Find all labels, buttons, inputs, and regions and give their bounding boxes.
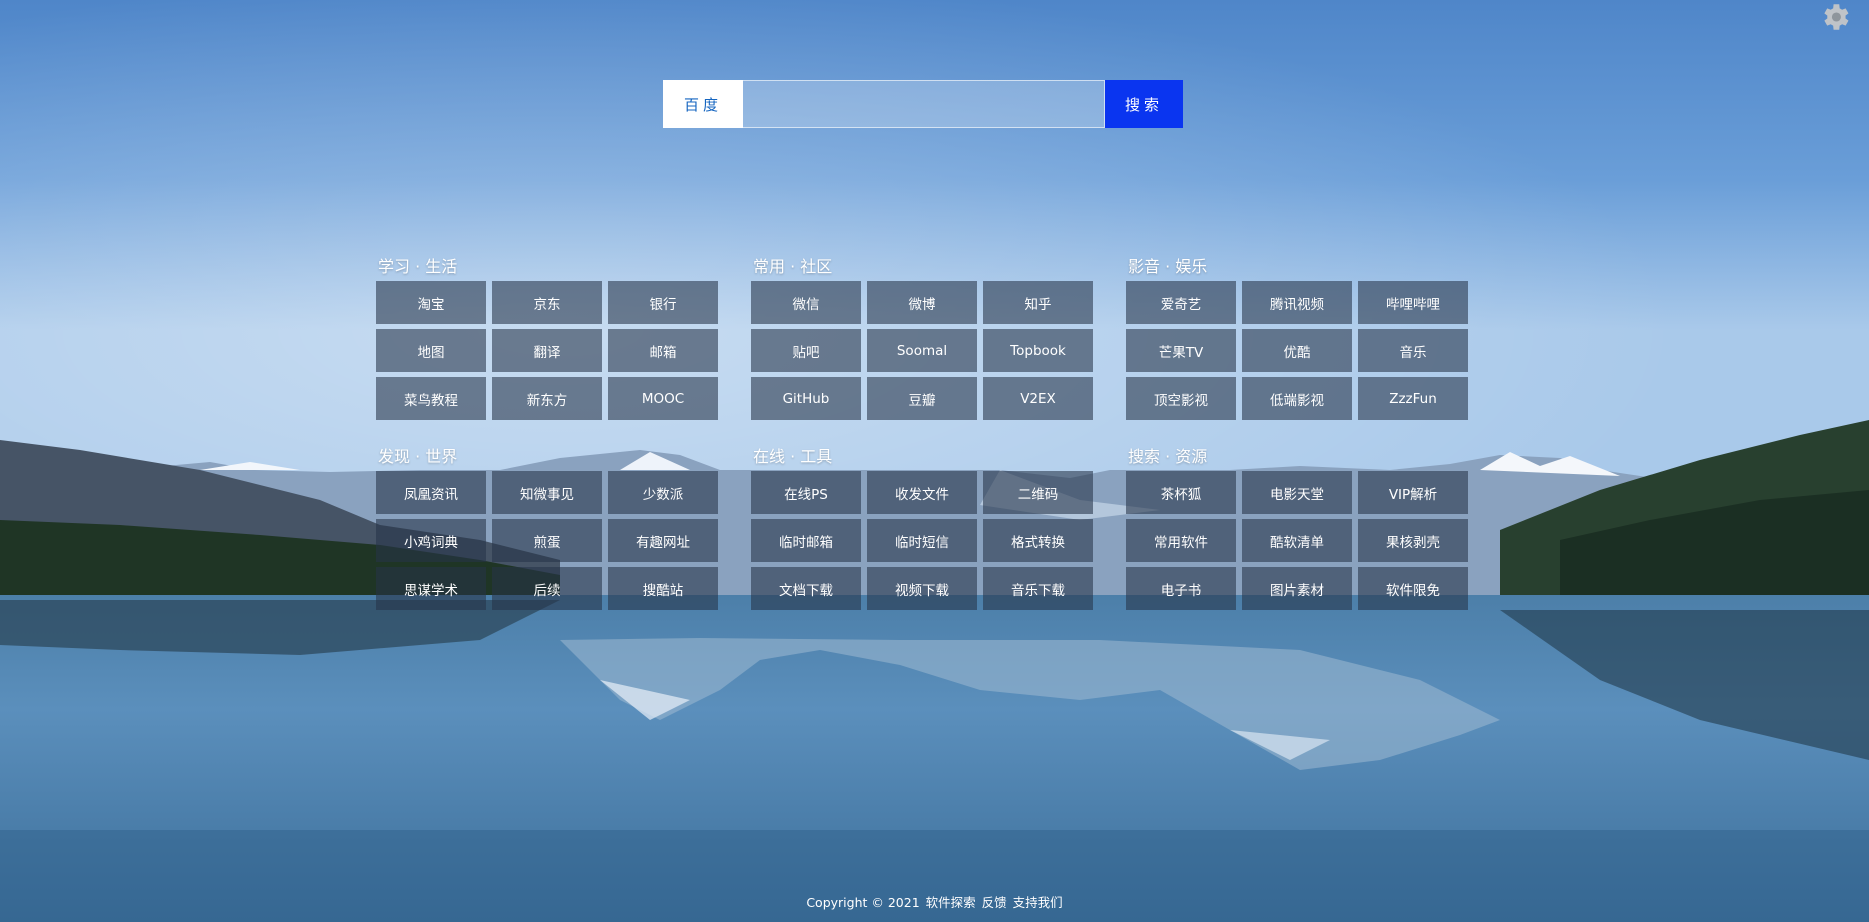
group-title: 影音 · 娱乐 <box>1128 257 1208 276</box>
link-tile[interactable]: 图片素材 <box>1242 567 1352 610</box>
link-tile[interactable]: 哔哩哔哩 <box>1358 281 1468 324</box>
link-tile[interactable]: 豆瓣 <box>867 377 977 420</box>
link-tile[interactable]: 知乎 <box>983 281 1093 324</box>
settings-gear-icon[interactable] <box>1818 0 1852 34</box>
link-tile[interactable]: 视频下载 <box>867 567 977 610</box>
search-button[interactable]: 搜索 <box>1105 80 1183 128</box>
group-title: 在线 · 工具 <box>753 447 833 466</box>
link-grid: 在线PS 收发文件 二维码临时邮箱 临时短信 格式转换文档下载 视频下载 音乐下载 <box>751 471 1095 610</box>
link-tile[interactable]: 电影天堂 <box>1242 471 1352 514</box>
link-tile[interactable]: VIP解析 <box>1358 471 1468 514</box>
group-title: 搜索 · 资源 <box>1128 447 1208 466</box>
link-tile[interactable]: 小鸡词典 <box>376 519 486 562</box>
link-tile[interactable]: ZzzFun <box>1358 377 1468 420</box>
link-tile[interactable]: 菜鸟教程 <box>376 377 486 420</box>
link-tile[interactable]: 邮箱 <box>608 329 718 372</box>
link-tile[interactable]: 微博 <box>867 281 977 324</box>
link-tile[interactable]: 翻译 <box>492 329 602 372</box>
group-media-entertainment: 影音 · 娱乐爱奇艺 腾讯视频 哔哩哔哩芒果TV 优酷 音乐顶空影视 低端影视 ZzzFun <box>1126 257 1470 420</box>
link-tile[interactable]: 茶杯狐 <box>1126 471 1236 514</box>
link-tile[interactable]: 在线PS <box>751 471 861 514</box>
footer-link-support-us[interactable]: 支持我们 <box>1013 895 1063 910</box>
link-tile[interactable]: 思谋学术 <box>376 567 486 610</box>
link-tile[interactable]: 常用软件 <box>1126 519 1236 562</box>
link-tile[interactable]: V2EX <box>983 377 1093 420</box>
link-tile[interactable]: 淘宝 <box>376 281 486 324</box>
group-study-life: 学习 · 生活淘宝 京东 银行地图 翻译 邮箱菜鸟教程 新东方 MOOC <box>376 257 720 420</box>
link-tile[interactable]: 银行 <box>608 281 718 324</box>
link-tile[interactable]: 腾讯视频 <box>1242 281 1352 324</box>
link-grid: 凤凰资讯 知微事见 少数派小鸡词典 煎蛋 有趣网址思谋学术 后续 搜酷站 <box>376 471 720 610</box>
link-tile[interactable]: 酷软清单 <box>1242 519 1352 562</box>
link-tile[interactable]: 格式转换 <box>983 519 1093 562</box>
link-tile[interactable]: 搜酷站 <box>608 567 718 610</box>
link-tile[interactable]: 临时短信 <box>867 519 977 562</box>
link-grid: 爱奇艺 腾讯视频 哔哩哔哩芒果TV 优酷 音乐顶空影视 低端影视 ZzzFun <box>1126 281 1470 420</box>
link-tile[interactable]: Topbook <box>983 329 1093 372</box>
link-tile[interactable]: GitHub <box>751 377 861 420</box>
link-tile[interactable]: 贴吧 <box>751 329 861 372</box>
link-tile[interactable]: MOOC <box>608 377 718 420</box>
link-tile[interactable]: 音乐下载 <box>983 567 1093 610</box>
link-tile[interactable]: Soomal <box>867 329 977 372</box>
link-tile[interactable]: 地图 <box>376 329 486 372</box>
link-tile[interactable]: 凤凰资讯 <box>376 471 486 514</box>
footer-copyright: Copyright © 2021 <box>806 895 920 910</box>
link-tile[interactable]: 二维码 <box>983 471 1093 514</box>
link-tile[interactable]: 电子书 <box>1126 567 1236 610</box>
link-tile[interactable]: 软件限免 <box>1358 567 1468 610</box>
link-tile[interactable]: 文档下载 <box>751 567 861 610</box>
group-title: 常用 · 社区 <box>753 257 833 276</box>
link-tile[interactable]: 后续 <box>492 567 602 610</box>
link-grid: 茶杯狐 电影天堂 VIP解析常用软件 酷软清单 果核剥壳电子书 图片素材 软件限免 <box>1126 471 1470 610</box>
link-tile[interactable]: 顶空影视 <box>1126 377 1236 420</box>
link-tile[interactable]: 京东 <box>492 281 602 324</box>
group-title: 发现 · 世界 <box>378 447 458 466</box>
footer-link-feedback[interactable]: 反馈 <box>982 895 1007 910</box>
search-input[interactable] <box>743 80 1105 128</box>
link-tile[interactable]: 煎蛋 <box>492 519 602 562</box>
link-grid: 淘宝 京东 银行地图 翻译 邮箱菜鸟教程 新东方 MOOC <box>376 281 720 420</box>
link-tile[interactable]: 果核剥壳 <box>1358 519 1468 562</box>
link-grid: 微信 微博 知乎贴吧 Soomal Topbook GitHub 豆瓣 V2EX <box>751 281 1095 420</box>
footer: Copyright © 2021 软件探索 反馈 支持我们 <box>0 892 1869 911</box>
link-tile[interactable]: 收发文件 <box>867 471 977 514</box>
link-tile[interactable]: 爱奇艺 <box>1126 281 1236 324</box>
link-tile[interactable]: 低端影视 <box>1242 377 1352 420</box>
group-common-community: 常用 · 社区微信 微博 知乎贴吧 Soomal Topbook GitHub 豆瓣 V2EX <box>751 257 1095 420</box>
link-tile[interactable]: 音乐 <box>1358 329 1468 372</box>
group-search-resources: 搜索 · 资源茶杯狐 电影天堂 VIP解析常用软件 酷软清单 果核剥壳电子书 图片素材 软件… <box>1126 447 1470 610</box>
group-discover-world: 发现 · 世界凤凰资讯 知微事见 少数派小鸡词典 煎蛋 有趣网址思谋学术 后续 搜酷站 <box>376 447 720 610</box>
link-tile[interactable]: 知微事见 <box>492 471 602 514</box>
link-tile[interactable]: 芒果TV <box>1126 329 1236 372</box>
group-title: 学习 · 生活 <box>378 257 458 276</box>
link-tile[interactable]: 有趣网址 <box>608 519 718 562</box>
link-tile[interactable]: 优酷 <box>1242 329 1352 372</box>
link-tile[interactable]: 新东方 <box>492 377 602 420</box>
search-engine-selector[interactable]: 百度 <box>663 80 743 128</box>
search-bar: 百度 搜索 <box>663 80 1183 128</box>
link-tile[interactable]: 微信 <box>751 281 861 324</box>
group-online-tools: 在线 · 工具在线PS 收发文件 二维码临时邮箱 临时短信 格式转换文档下载 视频下载 音乐… <box>751 447 1095 610</box>
link-tile[interactable]: 少数派 <box>608 471 718 514</box>
link-tile[interactable]: 临时邮箱 <box>751 519 861 562</box>
footer-link-software-explore[interactable]: 软件探索 <box>926 895 976 910</box>
